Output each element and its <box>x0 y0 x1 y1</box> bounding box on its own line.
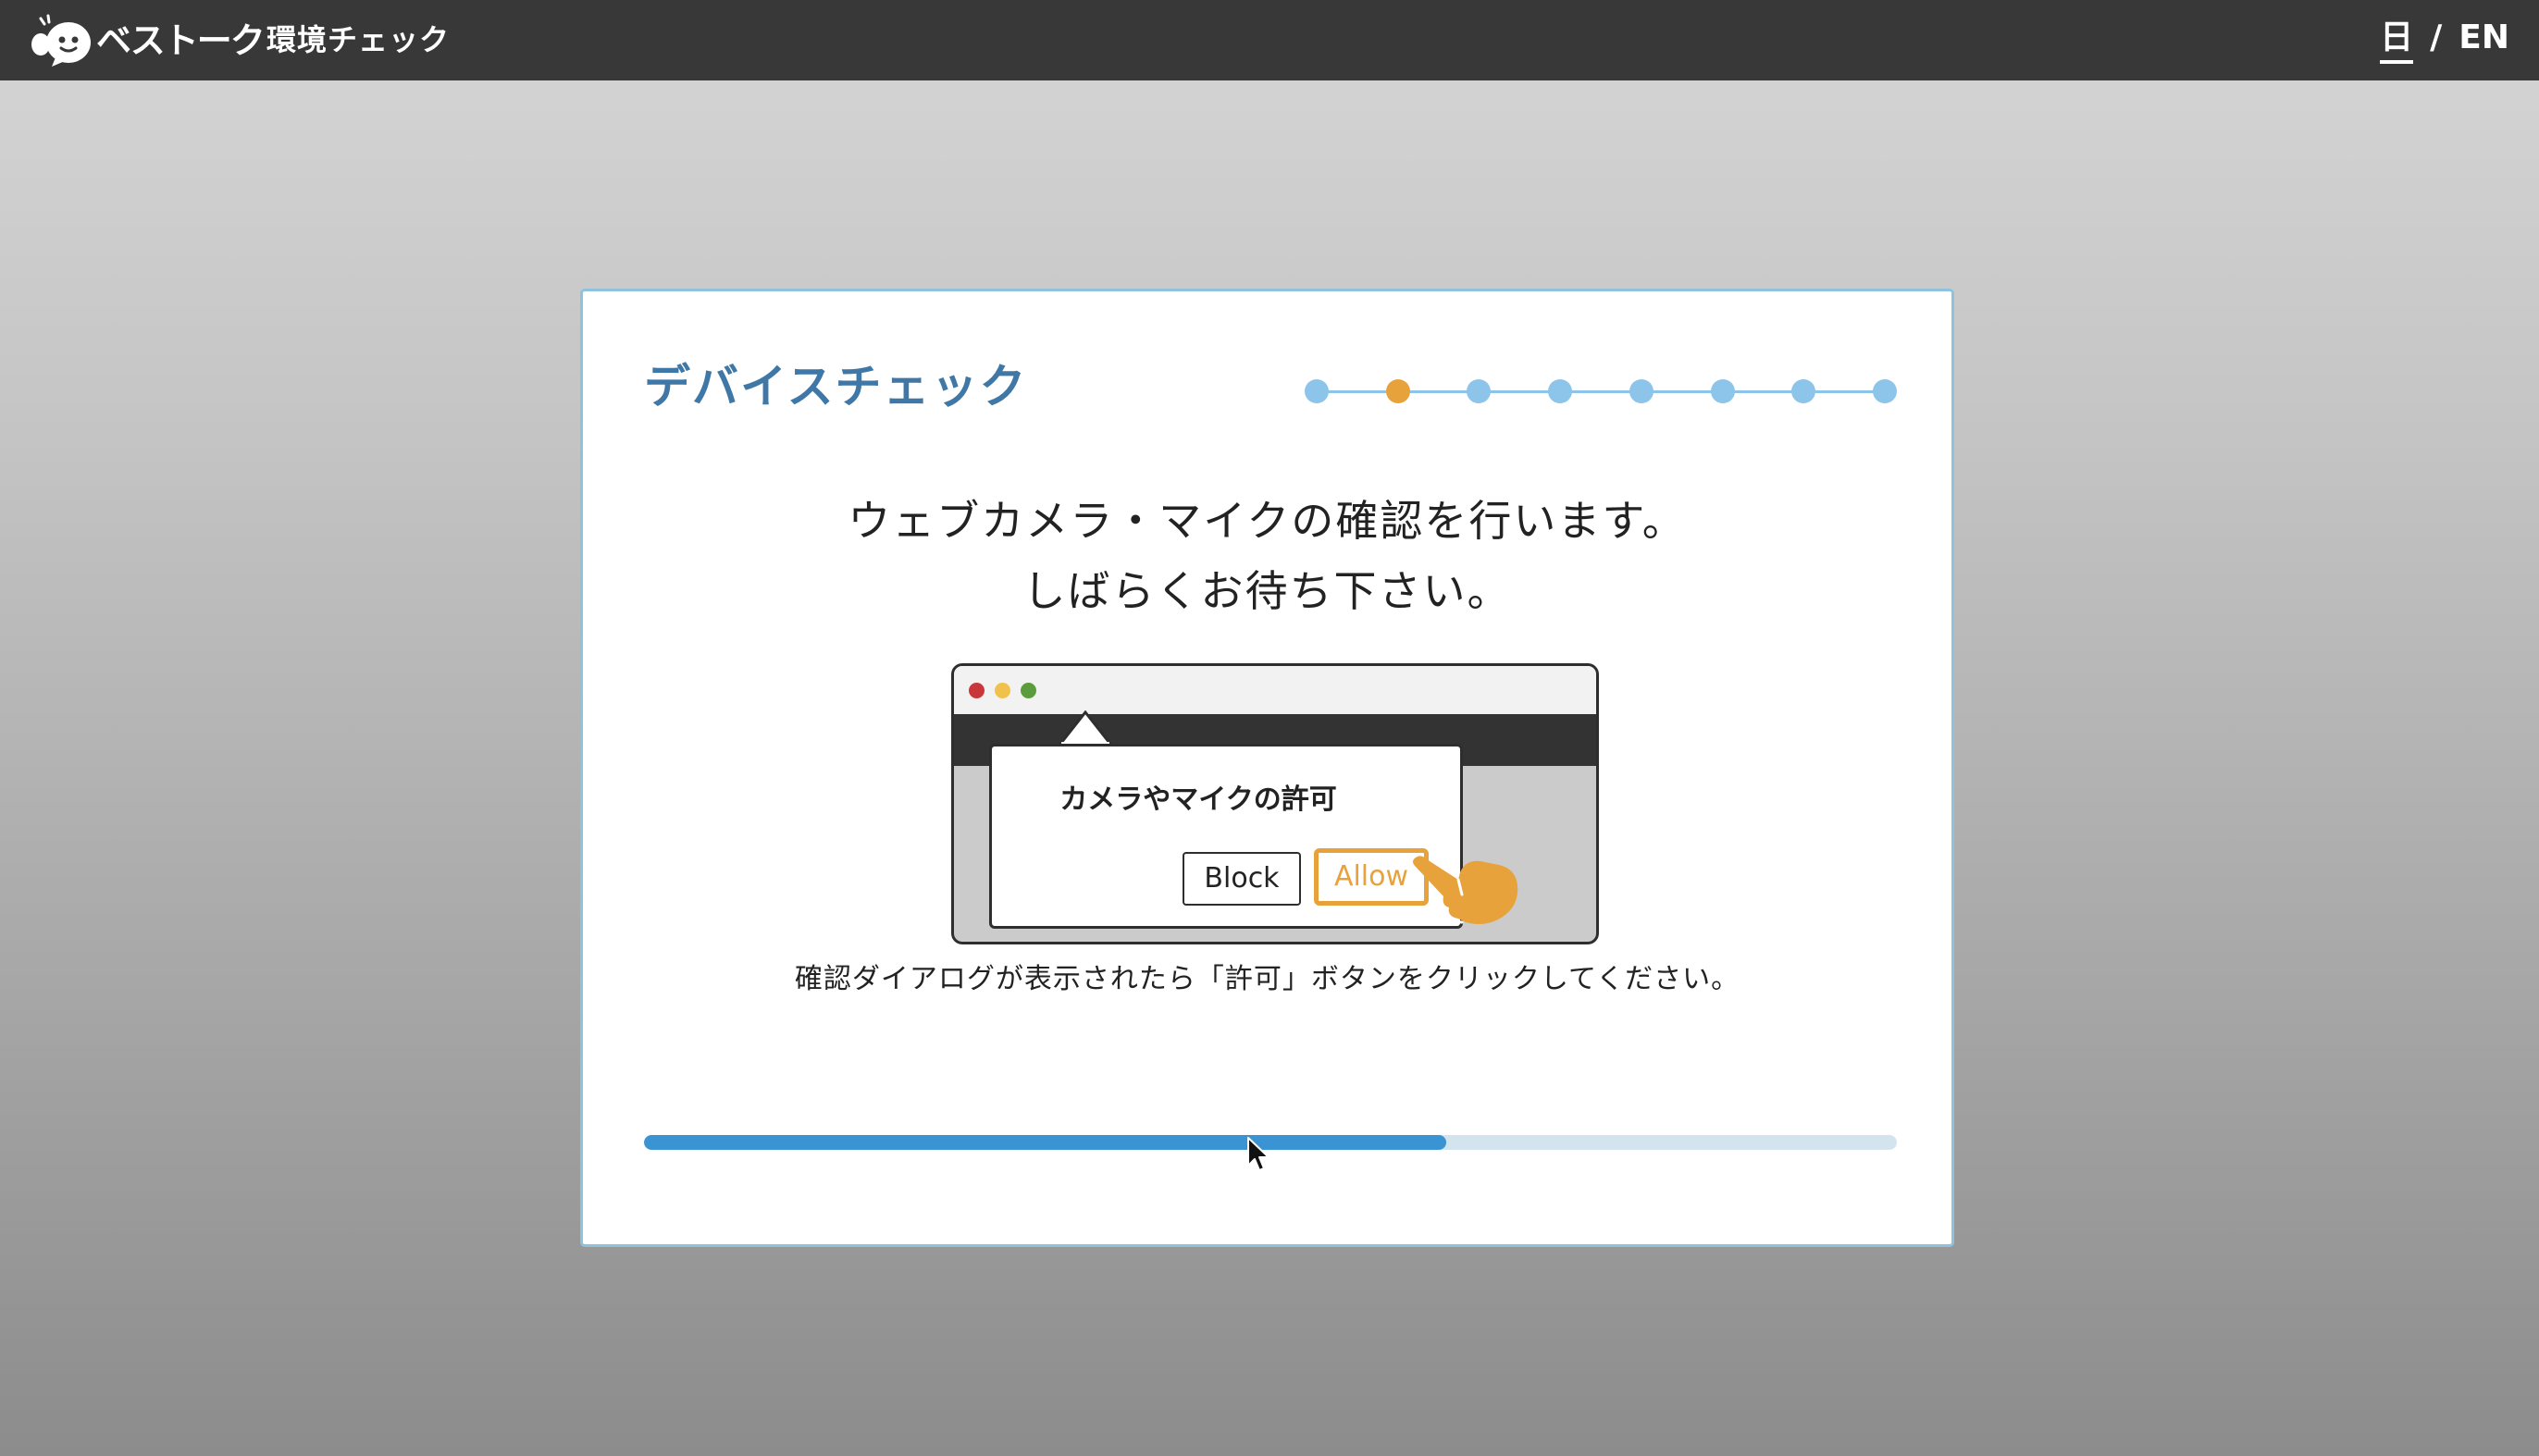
permission-illustration: カメラやマイクの許可 Block Allow <box>944 654 1599 950</box>
logo-text: ベストーク <box>96 20 266 61</box>
maximize-dot-icon <box>1021 683 1036 698</box>
pointing-hand-icon <box>1413 856 1518 924</box>
permission-dialog-illustration: カメラやマイクの許可 Block Allow <box>989 744 1463 929</box>
top-header: ベストーク 環境チェック 日 / EN <box>0 0 2539 80</box>
close-dot-icon <box>969 683 985 698</box>
step-dot-4 <box>1548 379 1573 403</box>
progress-bar-fill <box>644 1135 1446 1150</box>
lang-ja-link[interactable]: 日 <box>2380 10 2414 64</box>
dialog-pointer-icon <box>1058 710 1113 747</box>
mouse-pointer-icon <box>1247 1137 1270 1171</box>
card-title: デバイスチェック <box>644 360 1028 413</box>
lang-separator: / <box>2430 18 2443 56</box>
block-button-illustration: Block <box>1183 852 1301 906</box>
status-message-line2: しばらくお待ち下さい。 <box>1022 566 1512 616</box>
instruction-text: 確認ダイアログが表示されたら「許可」ボタンをクリックしてください。 <box>794 963 1740 995</box>
step-dot-2 <box>1385 379 1410 403</box>
step-dot-8 <box>1873 379 1897 403</box>
step-dot-3 <box>1467 379 1492 403</box>
step-dot-5 <box>1629 379 1653 403</box>
status-message-line1: ウェブカメラ・マイクの確認を行います。 <box>848 496 1687 546</box>
app-title: 環境チェック <box>266 22 451 57</box>
step-dot-1 <box>1305 379 1329 403</box>
step-dot-6 <box>1710 379 1735 403</box>
step-dot-7 <box>1791 379 1816 403</box>
dialog-title: カメラやマイクの許可 <box>1059 784 1337 816</box>
step-indicator <box>1305 375 1897 408</box>
lang-en-link[interactable]: EN <box>2458 19 2509 56</box>
status-message: ウェブカメラ・マイクの確認を行います。 しばらくお待ち下さい。 <box>583 486 1951 626</box>
language-switch: 日 / EN <box>2380 10 2509 64</box>
browser-titlebar <box>954 666 1596 714</box>
minimize-dot-icon <box>995 683 1010 698</box>
device-check-card: デバイスチェック ウェブカメラ・マイクの確認を行います。 しばらくお待ち下さい。… <box>580 289 1954 1247</box>
progress-bar <box>644 1135 1897 1150</box>
